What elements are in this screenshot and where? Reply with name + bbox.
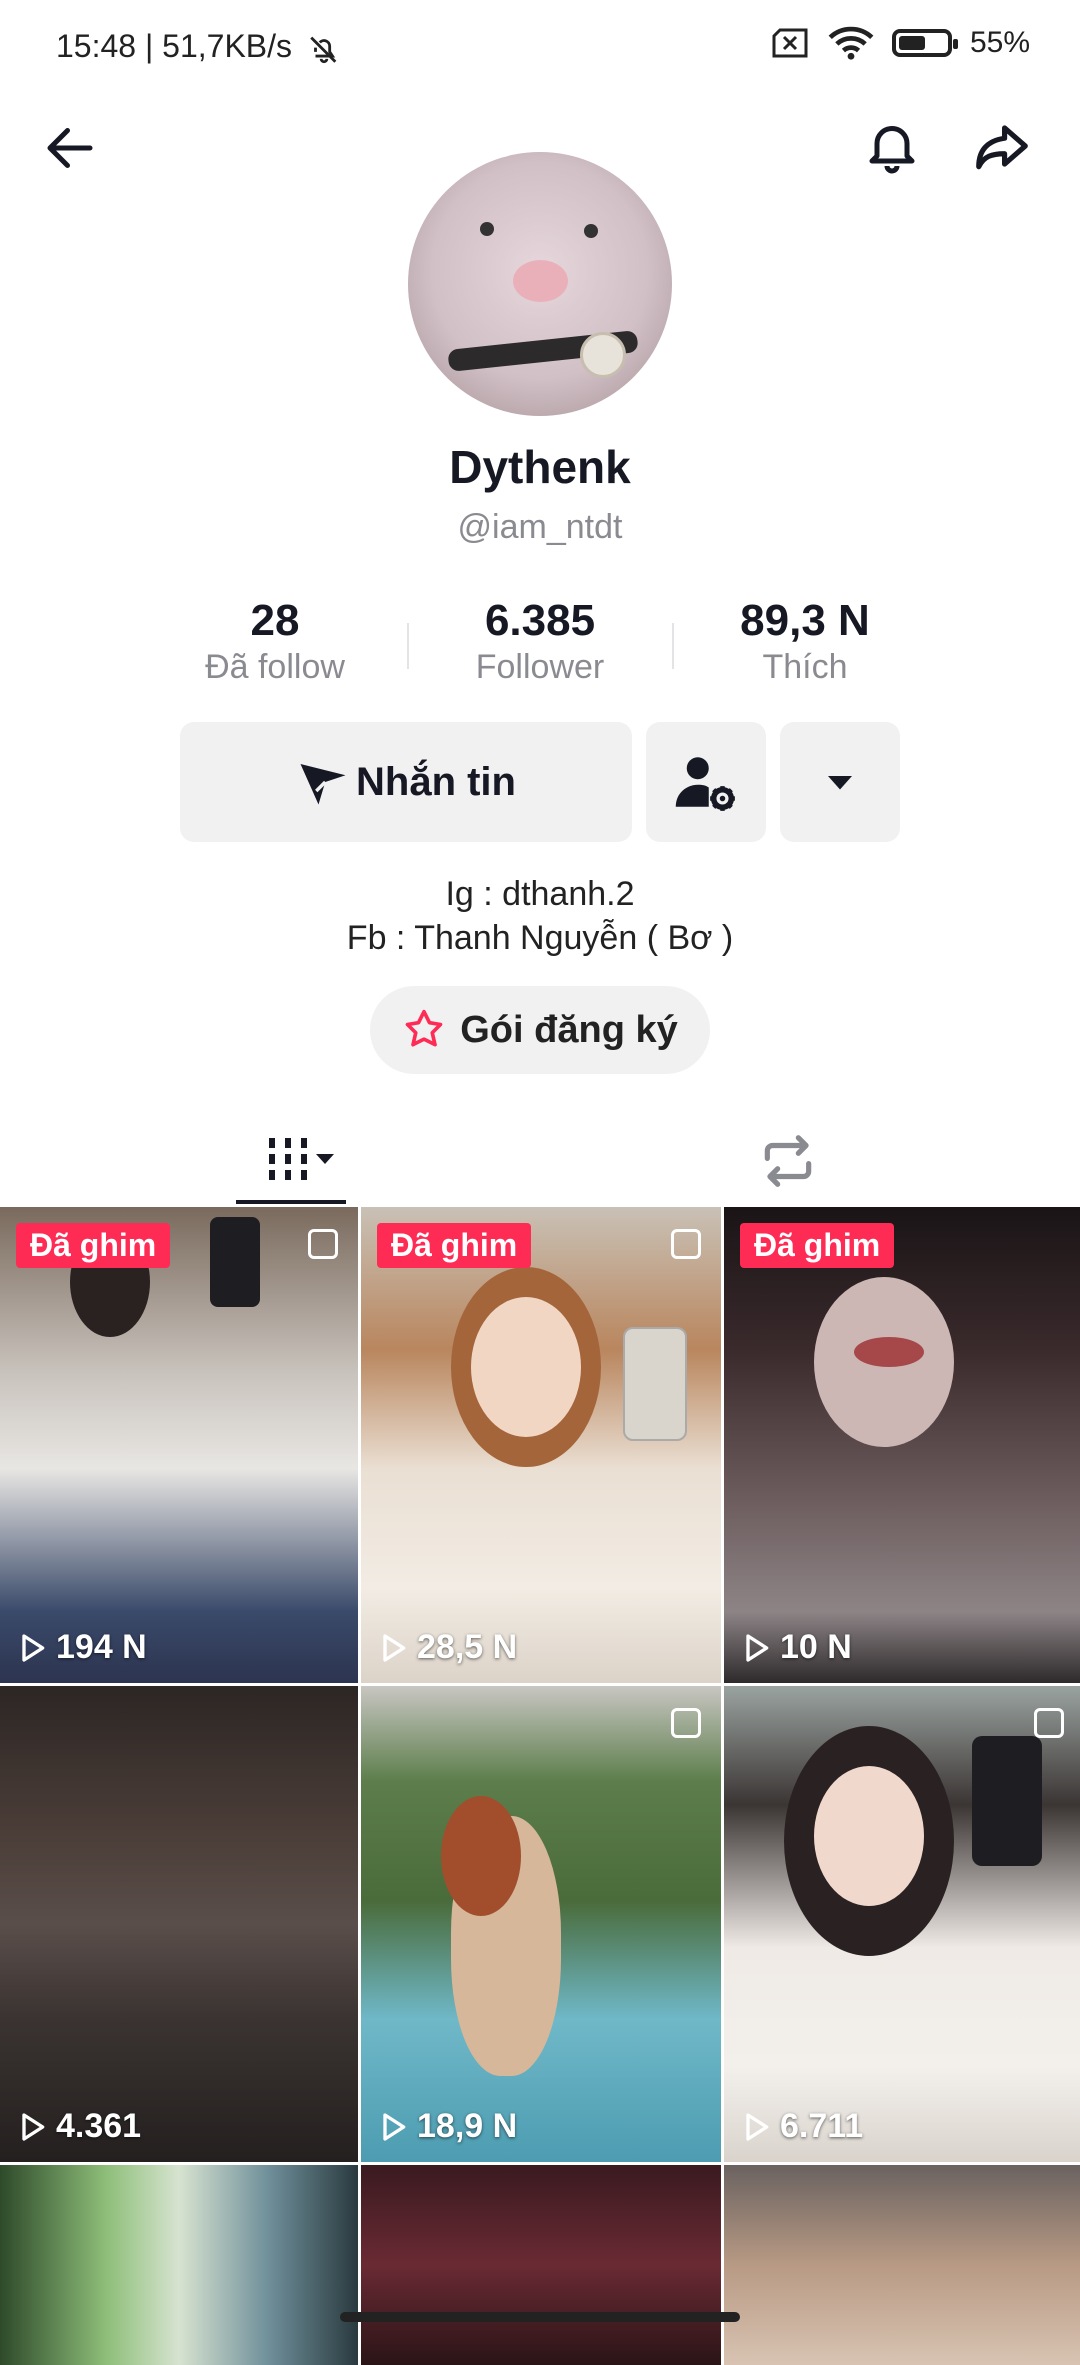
video-grid: Đã ghim 194 N Đã ghim 28,5 N Đã ghim 10 …	[0, 1207, 1080, 2365]
video-thumbnail[interactable]	[0, 2165, 358, 2365]
profile-bio: Ig : dthanh.2 Fb : Thanh Nguyễn ( Bơ )	[0, 872, 1080, 960]
play-icon	[746, 2112, 769, 2141]
video-thumbnail[interactable]: Đã ghim 10 N	[724, 1207, 1080, 1683]
notifications-button[interactable]	[852, 106, 932, 186]
home-indicator[interactable]	[340, 2312, 740, 2322]
sim-off-icon	[772, 28, 808, 58]
thumb-phone	[210, 1217, 260, 1307]
back-button[interactable]	[30, 108, 110, 188]
avatar-bell	[580, 332, 626, 378]
video-thumbnail[interactable]: Đã ghim 194 N	[0, 1207, 358, 1683]
play-icon	[22, 2112, 45, 2141]
action-buttons: Nhắn tin	[180, 722, 900, 842]
more-options-button[interactable]	[780, 722, 900, 842]
profile-handle: @iam_ntdt	[457, 508, 623, 546]
view-count: 194 N	[16, 1628, 147, 1667]
thumb-mark	[854, 1337, 924, 1367]
message-button[interactable]: Nhắn tin	[180, 722, 632, 842]
stat-divider	[406, 623, 409, 669]
tab-reposts[interactable]	[748, 1126, 828, 1196]
send-icon	[300, 764, 346, 805]
battery-percent: 55%	[969, 26, 1030, 59]
thumb-face	[471, 1297, 581, 1437]
bio-line: Ig : dthanh.2	[445, 875, 635, 913]
pinned-badge: Đã ghim	[740, 1223, 895, 1268]
video-thumbnail[interactable]: 18,9 N	[361, 1686, 721, 2162]
profile-stats: 28 Đã follow 6.385 Follower 89,3 N Thích	[160, 596, 920, 696]
avatar-nose	[513, 260, 568, 302]
stat-label: Thích	[762, 648, 848, 686]
tab-videos[interactable]	[250, 1126, 350, 1196]
stat-value: 89,3 N	[740, 596, 870, 645]
view-count: 28,5 N	[377, 1628, 517, 1667]
view-count: 4.361	[16, 2107, 141, 2146]
status-icons: 55%	[770, 26, 1030, 60]
video-thumbnail[interactable]: 6.711	[724, 1686, 1080, 2162]
pinned-badge: Đã ghim	[16, 1223, 171, 1268]
share-icon	[976, 125, 1028, 170]
play-icon	[383, 1633, 406, 1662]
stat-divider	[671, 623, 674, 669]
multi-select-icon	[671, 1229, 701, 1259]
multi-select-icon	[308, 1229, 338, 1259]
pinned-badge: Đã ghim	[377, 1223, 532, 1268]
avatar-eye	[480, 222, 494, 236]
stat-following[interactable]: 28 Đã follow	[160, 596, 390, 696]
thumb-phone	[623, 1327, 687, 1441]
view-count: 18,9 N	[377, 2107, 517, 2146]
video-thumbnail[interactable]	[724, 2165, 1080, 2365]
bell-off-icon	[310, 36, 337, 63]
subscription-button[interactable]: Gói đăng ký	[370, 986, 710, 1074]
play-icon	[746, 1633, 769, 1662]
stat-value: 28	[250, 596, 300, 645]
thumb-hair	[441, 1796, 521, 1916]
stat-followers[interactable]: 6.385 Follower	[425, 596, 655, 696]
wifi-icon	[828, 26, 874, 60]
active-tab-indicator	[236, 1200, 346, 1204]
view-count: 6.711	[740, 2107, 863, 2146]
thumb-face	[814, 1766, 924, 1906]
stat-value: 6.385	[484, 596, 596, 645]
view-count: 10 N	[740, 1628, 852, 1667]
stat-likes[interactable]: 89,3 N Thích	[690, 596, 920, 696]
person-settings-icon	[675, 757, 735, 811]
stat-label: Follower	[475, 648, 605, 686]
play-icon	[22, 1633, 45, 1662]
stat-label: Đã follow	[205, 648, 345, 686]
friend-settings-button[interactable]	[646, 722, 766, 842]
avatar-eye	[584, 224, 598, 238]
status-time: 15:48 | 51,7KB/s	[56, 28, 341, 66]
profile-name: Dythenk	[449, 441, 631, 493]
play-icon	[383, 2112, 406, 2141]
subscription-star-icon	[405, 1009, 443, 1047]
bell-icon	[869, 126, 915, 174]
video-thumbnail[interactable]: 4.361	[0, 1686, 358, 2162]
bio-line: Fb : Thanh Nguyễn ( Bơ )	[346, 919, 734, 957]
back-arrow-icon	[47, 128, 93, 168]
content-tabs	[0, 1110, 1080, 1206]
multi-select-icon	[671, 1708, 701, 1738]
caret-down-icon	[828, 776, 852, 790]
battery-icon	[891, 29, 958, 57]
message-button-label: Nhắn tin	[356, 759, 516, 804]
avatar[interactable]	[408, 152, 672, 416]
share-button[interactable]	[962, 106, 1042, 186]
multi-select-icon	[1034, 1708, 1064, 1738]
repost-icon	[764, 1135, 812, 1187]
grid-icon	[269, 1138, 334, 1184]
status-bar: 15:48 | 51,7KB/s 55%	[0, 0, 1080, 96]
subscription-label: Gói đăng ký	[460, 1008, 678, 1051]
thumb-phone	[972, 1736, 1042, 1866]
video-thumbnail[interactable]: Đã ghim 28,5 N	[361, 1207, 721, 1683]
video-thumbnail[interactable]	[361, 2165, 721, 2365]
